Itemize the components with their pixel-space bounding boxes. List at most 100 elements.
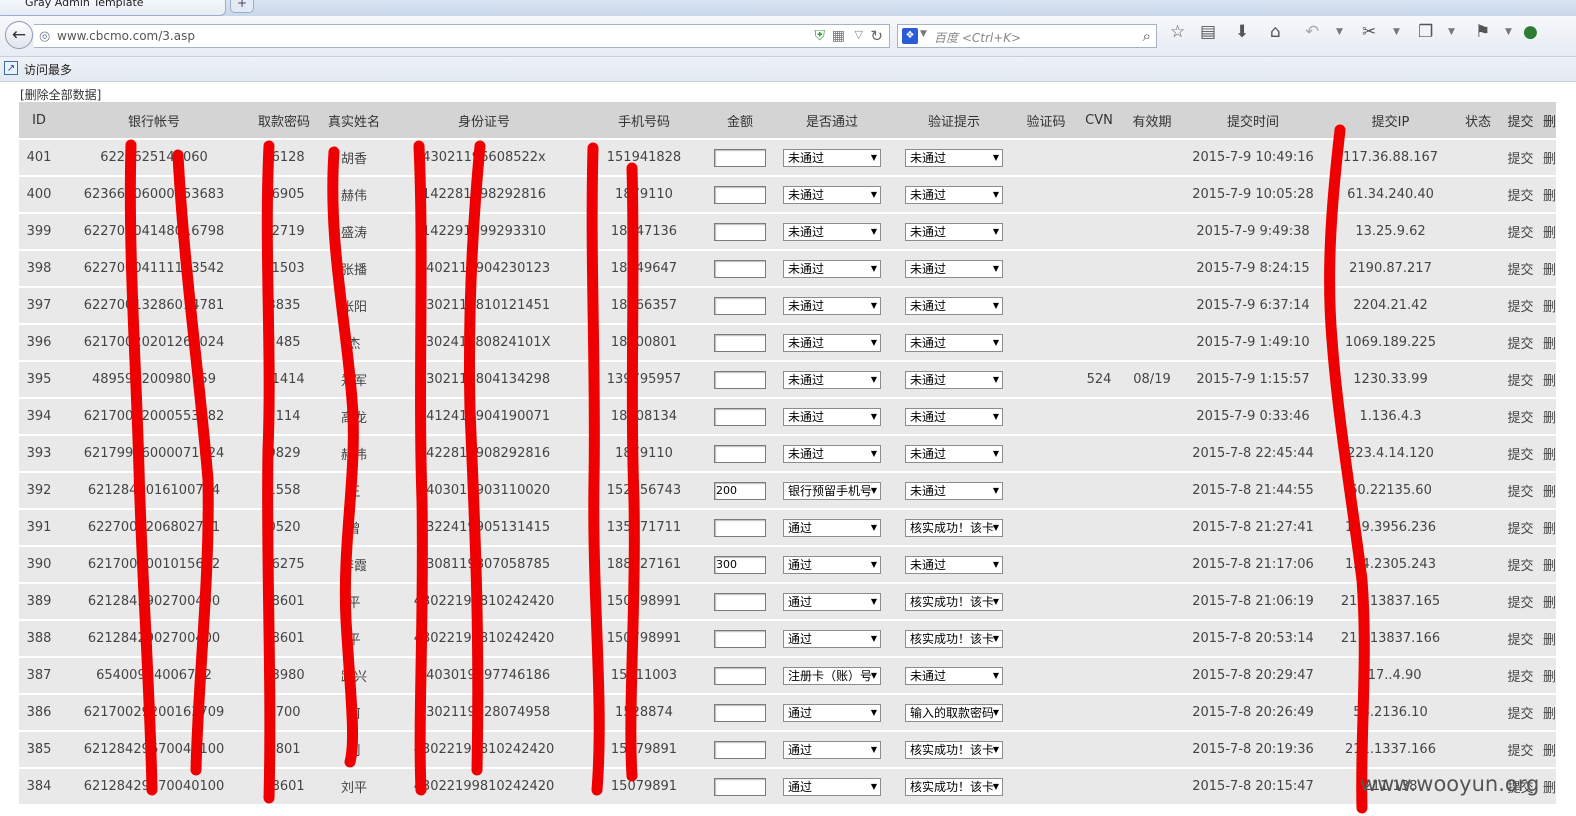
delete-link[interactable]: 删除 [1543, 485, 1556, 500]
back-button[interactable]: ← [5, 21, 33, 49]
submit-link[interactable]: 提交 [1507, 189, 1533, 204]
pass-status-select[interactable]: 注册卡（账）号 ▼ [783, 666, 881, 685]
verify-hint-select[interactable]: 未通过 ▼ [905, 296, 1003, 315]
submit-link[interactable]: 提交 [1507, 152, 1533, 167]
home-icon[interactable]: ⌂ [1270, 21, 1281, 43]
verify-hint-select[interactable]: 未通过 ▼ [905, 333, 1003, 352]
delete-link[interactable]: 删除 [1543, 226, 1556, 241]
submit-link[interactable]: 提交 [1507, 300, 1533, 315]
bookmark-most-visited[interactable]: 访问最多 [24, 61, 72, 78]
amount-input[interactable] [714, 370, 766, 389]
pass-status-select[interactable]: 未通过 ▼ [783, 259, 881, 278]
verify-hint-select[interactable]: 核实成功！该卡 ▼ [905, 592, 1003, 611]
submit-link[interactable]: 提交 [1507, 374, 1533, 389]
verify-hint-select[interactable]: 未通过 ▼ [905, 481, 1003, 500]
delete-link[interactable]: 删除 [1543, 670, 1556, 685]
verify-hint-select[interactable]: 未通过 ▼ [905, 222, 1003, 241]
amount-input[interactable] [714, 740, 766, 759]
submit-link[interactable]: 提交 [1507, 411, 1533, 426]
submit-link[interactable]: 提交 [1507, 633, 1533, 648]
engine-dropdown-icon[interactable]: ▼ [920, 29, 927, 39]
pass-status-select[interactable]: 通过 ▼ [783, 740, 881, 759]
delete-link[interactable]: 删除 [1543, 374, 1556, 389]
delete-link[interactable]: 删除 [1543, 152, 1556, 167]
crop-icon[interactable]: ✂ [1362, 21, 1376, 43]
delete-link[interactable]: 删除 [1543, 744, 1556, 759]
amount-input[interactable] [714, 333, 766, 352]
bookmark-star-icon[interactable]: ☆ [1170, 21, 1185, 43]
pass-status-select[interactable]: 未通过 ▼ [783, 296, 881, 315]
browser-tab[interactable]: Gray Admin Template [0, 0, 226, 16]
submit-link[interactable]: 提交 [1507, 670, 1533, 685]
pass-status-select[interactable]: 未通过 ▼ [783, 370, 881, 389]
delete-link[interactable]: 删除 [1543, 522, 1556, 537]
delete-link[interactable]: 删除 [1543, 781, 1556, 796]
pass-status-select[interactable]: 未通过 ▼ [783, 333, 881, 352]
pass-status-select[interactable]: 银行预留手机号 ▼ [783, 481, 881, 500]
submit-link[interactable]: 提交 [1507, 522, 1533, 537]
verify-hint-select[interactable]: 核实成功！该卡 ▼ [905, 629, 1003, 648]
delete-link[interactable]: 删除 [1543, 707, 1556, 722]
submit-link[interactable]: 提交 [1507, 485, 1533, 500]
page-tools-dropdown-icon[interactable]: ▼ [1448, 21, 1455, 43]
pass-status-select[interactable]: 未通过 ▼ [783, 444, 881, 463]
delete-link[interactable]: 删除 [1543, 633, 1556, 648]
url-dropdown-icon[interactable]: ▽ [855, 28, 863, 41]
verify-hint-select[interactable]: 未通过 ▼ [905, 185, 1003, 204]
page-tools-icon[interactable]: ❐ [1418, 21, 1433, 43]
amount-input[interactable] [714, 481, 766, 500]
verify-hint-select[interactable]: 未通过 ▼ [905, 444, 1003, 463]
pass-status-select[interactable]: 未通过 ▼ [783, 407, 881, 426]
pass-status-select[interactable]: 通过 ▼ [783, 592, 881, 611]
delete-link[interactable]: 删除 [1543, 448, 1556, 463]
reading-list-icon[interactable]: ▤ [1200, 21, 1216, 43]
amount-input[interactable] [714, 555, 766, 574]
amount-input[interactable] [714, 703, 766, 722]
amount-input[interactable] [714, 777, 766, 796]
amount-input[interactable] [714, 148, 766, 167]
undo-dropdown-icon[interactable]: ▼ [1336, 21, 1343, 43]
submit-link[interactable]: 提交 [1507, 596, 1533, 611]
delete-link[interactable]: 删除 [1543, 596, 1556, 611]
qr-code-icon[interactable]: ▦ [832, 28, 845, 44]
pass-status-select[interactable]: 未通过 ▼ [783, 185, 881, 204]
pass-status-select[interactable]: 通过 ▼ [783, 555, 881, 574]
crop-dropdown-icon[interactable]: ▼ [1393, 21, 1400, 43]
amount-input[interactable] [714, 259, 766, 278]
delete-link[interactable]: 删除 [1543, 263, 1556, 278]
pass-status-select[interactable]: 未通过 ▼ [783, 148, 881, 167]
pass-status-select[interactable]: 未通过 ▼ [783, 222, 881, 241]
verify-hint-select[interactable]: 未通过 ▼ [905, 370, 1003, 389]
amount-input[interactable] [714, 518, 766, 537]
pass-status-select[interactable]: 通过 ▼ [783, 703, 881, 722]
new-tab-button[interactable]: + [230, 0, 254, 13]
pass-status-select[interactable]: 通过 ▼ [783, 777, 881, 796]
submit-link[interactable]: 提交 [1507, 744, 1533, 759]
submit-link[interactable]: 提交 [1507, 263, 1533, 278]
verify-hint-select[interactable]: 未通过 ▼ [905, 555, 1003, 574]
amount-input[interactable] [714, 629, 766, 648]
reload-icon[interactable]: ↻ [870, 27, 883, 45]
verify-hint-select[interactable]: 核实成功！该卡 ▼ [905, 740, 1003, 759]
extension-dropdown-icon[interactable]: ▼ [1505, 21, 1512, 43]
verify-hint-select[interactable]: 未通过 ▼ [905, 666, 1003, 685]
amount-input[interactable] [714, 222, 766, 241]
submit-link[interactable]: 提交 [1507, 448, 1533, 463]
delete-link[interactable]: 删除 [1543, 300, 1556, 315]
verify-hint-select[interactable]: 输入的取款密码 ▼ [905, 703, 1003, 722]
delete-link[interactable]: 删除 [1543, 559, 1556, 574]
submit-link[interactable]: 提交 [1507, 707, 1533, 722]
amount-input[interactable] [714, 296, 766, 315]
delete-link[interactable]: 删除 [1543, 411, 1556, 426]
undo-icon[interactable]: ↶ [1305, 21, 1319, 43]
amount-input[interactable] [714, 444, 766, 463]
submit-link[interactable]: 提交 [1507, 559, 1533, 574]
delete-link[interactable]: 删除 [1543, 189, 1556, 204]
verify-hint-select[interactable]: 未通过 ▼ [905, 148, 1003, 167]
delete-all-link[interactable]: [删除全部数据] [20, 86, 101, 103]
verify-hint-select[interactable]: 核实成功！该卡 ▼ [905, 518, 1003, 537]
amount-input[interactable] [714, 592, 766, 611]
submit-link[interactable]: 提交 [1507, 226, 1533, 241]
download-icon[interactable]: ⬇ [1235, 21, 1249, 43]
verify-hint-select[interactable]: 未通过 ▼ [905, 259, 1003, 278]
